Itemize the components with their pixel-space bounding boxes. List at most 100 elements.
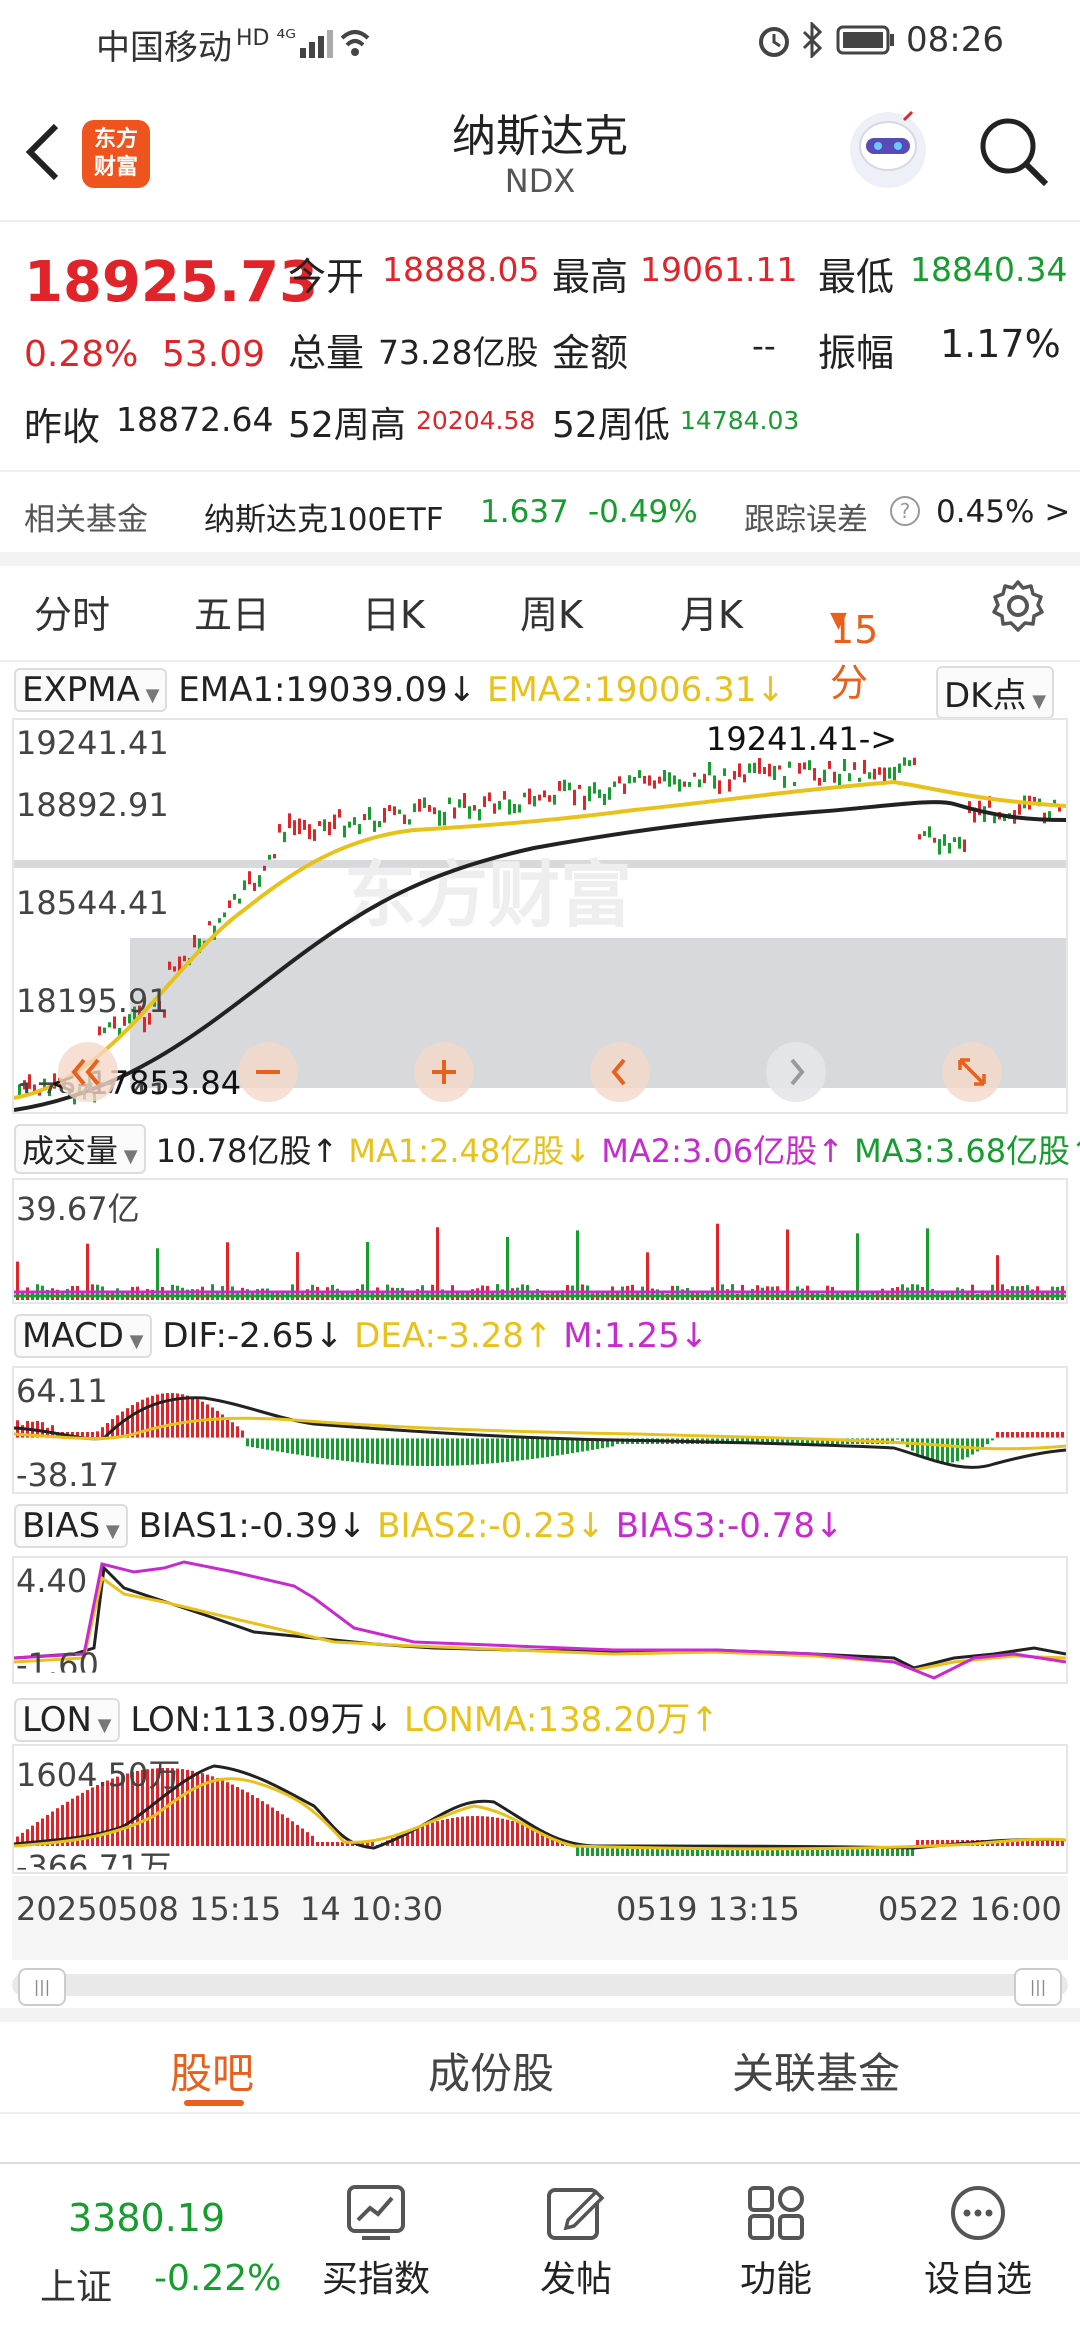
candle <box>948 843 951 854</box>
macd-bar <box>1026 1432 1029 1438</box>
volume-panel[interactable]: 39.67亿 <box>12 1178 1068 1304</box>
nav-post[interactable]: 发帖 <box>506 2174 646 2302</box>
macd-bar <box>466 1438 469 1466</box>
macd-bar <box>926 1438 929 1460</box>
lon-bar <box>416 1827 419 1846</box>
macd-bar <box>516 1438 519 1461</box>
volume-bar <box>401 1287 404 1300</box>
volume-ma1: MA1:2.48亿股↓ <box>348 1132 592 1170</box>
lon-panel[interactable]: 1604.50万 -366.71万 <box>12 1744 1068 1874</box>
macd-bar <box>311 1438 314 1457</box>
macd-bar <box>956 1438 959 1462</box>
candle <box>803 762 806 770</box>
low-value: 18840.34 <box>910 250 1068 289</box>
lon-bar <box>521 1823 524 1846</box>
macd-y-bottom: -38.17 <box>16 1456 120 1494</box>
candle <box>663 769 666 782</box>
chevron-down-icon: ▼ <box>91 1715 112 1736</box>
nav-functions[interactable]: 功能 <box>706 2174 846 2302</box>
lon-bar <box>491 1817 494 1846</box>
rewind-icon[interactable] <box>56 1040 120 1108</box>
candle <box>813 768 816 781</box>
candle <box>633 776 636 783</box>
bias-panel[interactable]: 4.40 -1.60 <box>12 1556 1068 1684</box>
tab-intraday[interactable]: 分时 <box>34 584 110 639</box>
bias-y-top: 4.40 <box>16 1562 88 1600</box>
volume-selector[interactable]: 成交量 ▼ <box>14 1124 146 1174</box>
volume-bar <box>116 1288 119 1300</box>
dk-point-button[interactable]: DK点 ▼ <box>936 666 1055 719</box>
related-fund-row[interactable]: 相关基金 纳斯达克100ETF 1.637 -0.49% 跟踪误差 ? 0.45… <box>0 470 1080 566</box>
tab-related-funds[interactable]: 关联基金 <box>732 2040 900 2101</box>
volume-bar <box>576 1230 579 1300</box>
candle <box>168 961 171 970</box>
expand-icon[interactable] <box>940 1040 1004 1108</box>
candle <box>908 760 911 767</box>
candle <box>303 819 306 830</box>
macd-bar <box>461 1438 464 1466</box>
lon-bar <box>311 1835 314 1846</box>
candle <box>193 934 196 948</box>
macd-bar <box>1056 1432 1059 1438</box>
macd-bar <box>261 1438 264 1449</box>
tab-components[interactable]: 成份股 <box>428 2040 554 2101</box>
candle <box>268 854 271 860</box>
lon-selector[interactable]: LON ▼ <box>14 1698 120 1742</box>
nav-add-watchlist[interactable]: 设自选 <box>908 2174 1048 2302</box>
bias-header: BIAS ▼ BIAS1:-0.39↓ BIAS2:-0.23↓ BIAS3:-… <box>14 1504 843 1548</box>
candle <box>583 795 586 810</box>
macd-selector[interactable]: MACD ▼ <box>14 1314 152 1358</box>
scroll-left-icon[interactable] <box>588 1040 652 1108</box>
candle <box>343 825 346 838</box>
candle <box>348 821 351 828</box>
tab-daily-k[interactable]: 日K <box>362 584 425 639</box>
nav-buy-index[interactable]: 买指数 <box>306 2174 446 2302</box>
amount-label: 金额 <box>552 331 629 375</box>
macd-bar <box>276 1438 279 1452</box>
macd-bar <box>451 1438 454 1466</box>
bias-lines <box>14 1560 1066 1680</box>
macd-bar <box>251 1438 254 1448</box>
main-chart-panel[interactable]: 东方财富 19241.41 18892.91 18544.41 18195.91… <box>12 718 1068 1114</box>
candle <box>393 806 396 816</box>
help-icon[interactable]: ? <box>888 494 922 536</box>
low52-value: 14784.03 <box>680 406 800 435</box>
grid-icon <box>746 2184 806 2242</box>
x-label-1: 20250508 15:15 <box>16 1890 282 1928</box>
candle <box>353 817 356 825</box>
scroll-handle-right[interactable]: ||| <box>1014 1968 1062 2006</box>
robot-avatar-icon[interactable] <box>846 108 930 196</box>
tab-monthly-k[interactable]: 月K <box>680 584 743 639</box>
volume-bar <box>881 1288 884 1300</box>
chart-icon <box>346 2184 406 2242</box>
tab-guba[interactable]: 股吧 <box>170 2040 254 2101</box>
scroll-handle-left[interactable]: ||| <box>18 1968 66 2006</box>
lon-bar <box>266 1804 269 1846</box>
candle <box>753 762 756 773</box>
y-label-2: 18892.91 <box>16 786 169 824</box>
chart-scrollbar[interactable]: ||| ||| <box>12 1968 1068 2006</box>
settings-icon[interactable] <box>990 578 1046 643</box>
candle <box>428 805 431 812</box>
macd-bar <box>941 1438 944 1463</box>
lon-bar <box>211 1776 214 1846</box>
expma-selector[interactable]: EXPMA ▼ <box>14 668 168 712</box>
candle <box>608 787 611 800</box>
tab-weekly-k[interactable]: 周K <box>520 584 583 639</box>
macd-panel[interactable]: 64.11 -38.17 <box>12 1366 1068 1494</box>
zoom-in-icon[interactable] <box>412 1040 476 1108</box>
tab-five-day[interactable]: 五日 <box>194 584 270 639</box>
macd-bar <box>411 1438 414 1466</box>
scroll-right-icon[interactable] <box>764 1040 828 1108</box>
candle <box>618 776 621 784</box>
macd-bar <box>281 1438 284 1453</box>
change-value: 53.09 <box>162 334 266 375</box>
zoom-out-icon[interactable] <box>236 1040 300 1108</box>
candle <box>108 1022 111 1028</box>
index-ticker[interactable]: 3380.19 上证 -0.22% <box>18 2172 308 2332</box>
lon-bar <box>216 1778 219 1846</box>
bias-selector[interactable]: BIAS ▼ <box>14 1504 128 1548</box>
macd-bar <box>356 1438 359 1463</box>
search-icon[interactable] <box>976 114 1052 194</box>
macd-bar <box>471 1438 474 1465</box>
